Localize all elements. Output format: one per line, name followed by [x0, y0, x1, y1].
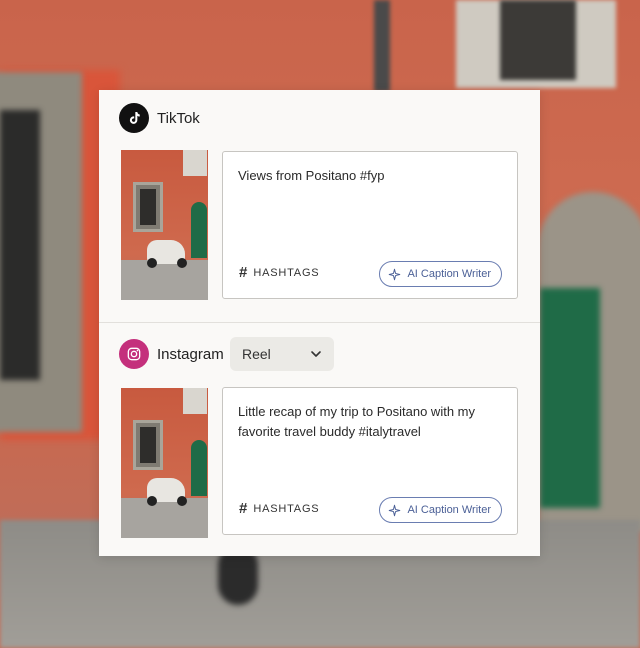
chevron-down-icon: [311, 351, 321, 357]
post-format-value: Reel: [242, 346, 271, 362]
bg-window: [0, 110, 40, 380]
hashtags-label: HASHTAGS: [253, 502, 320, 515]
tiktok-section: TikTok Views from Positano #fyp # HASHTA…: [99, 90, 540, 322]
caption-editor[interactable]: Views from Positano #fyp # HASHTAGS AI C…: [222, 151, 518, 299]
media-thumbnail[interactable]: [121, 388, 208, 538]
instagram-header: Instagram: [119, 339, 224, 369]
caption-text[interactable]: Little recap of my trip to Positano with…: [238, 402, 503, 442]
hashtags-label: HASHTAGS: [253, 266, 320, 279]
tiktok-icon: [119, 103, 149, 133]
bg-shutter-opening: [500, 0, 576, 80]
post-format-select[interactable]: Reel: [230, 337, 334, 371]
bg-pipe: [374, 0, 390, 92]
ai-caption-writer-button[interactable]: AI Caption Writer: [379, 261, 502, 287]
hashtag-icon: #: [239, 500, 248, 517]
instagram-icon: [119, 339, 149, 369]
hashtags-button[interactable]: # HASHTAGS: [239, 264, 319, 281]
ai-button-label: AI Caption Writer: [407, 268, 491, 280]
network-name: TikTok: [157, 109, 200, 127]
caption-text[interactable]: Views from Positano #fyp: [238, 166, 503, 186]
sparkle-icon: [389, 504, 401, 516]
bg-door: [540, 288, 600, 508]
hashtags-button[interactable]: # HASHTAGS: [239, 500, 319, 517]
ai-button-label: AI Caption Writer: [407, 504, 491, 516]
caption-editor[interactable]: Little recap of my trip to Positano with…: [222, 387, 518, 535]
ai-caption-writer-button[interactable]: AI Caption Writer: [379, 497, 502, 523]
sparkle-icon: [389, 268, 401, 280]
post-composer-panel: TikTok Views from Positano #fyp # HASHTA…: [99, 90, 540, 556]
tiktok-header: TikTok: [119, 103, 200, 133]
network-name: Instagram: [157, 345, 224, 363]
media-thumbnail[interactable]: [121, 150, 208, 300]
hashtag-icon: #: [239, 264, 248, 281]
